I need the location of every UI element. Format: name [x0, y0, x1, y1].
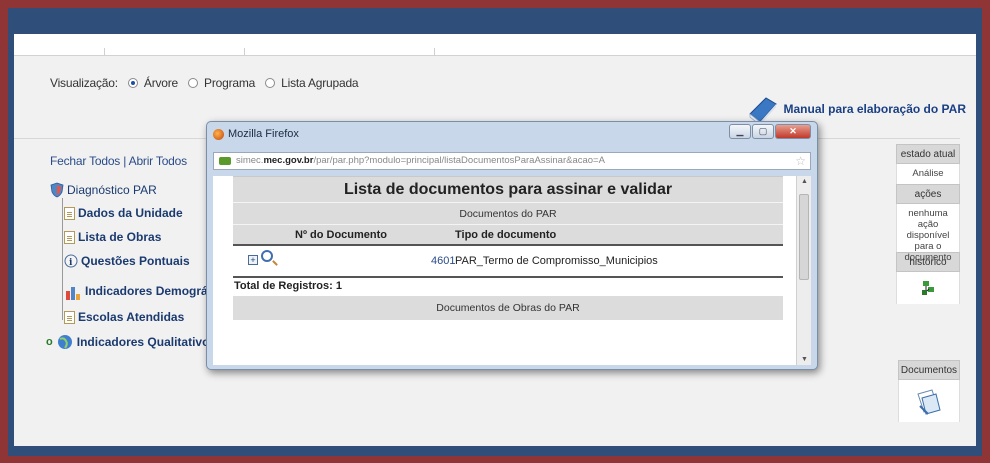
documentos-panel: Documentos — [898, 360, 960, 422]
firefox-popup-window: Mozilla Firefox ▁ ▢ ✕ simec.mec.gov.br/p… — [206, 121, 818, 370]
globe-icon — [57, 335, 72, 349]
radio-arvore[interactable] — [127, 78, 138, 88]
radio-lista-agrupada-label[interactable]: Lista Agrupada — [281, 76, 358, 90]
table-heading: Lista de documentos para assinar e valid… — [233, 176, 783, 202]
bookmark-star-icon[interactable]: ☆ — [795, 153, 806, 169]
tree-item-questoes-pontuais[interactable]: i Questões Pontuais — [64, 254, 190, 268]
tree-root[interactable]: Diagnóstico PAR — [50, 182, 157, 198]
table-header-row: Nº do Documento Tipo de documento — [233, 224, 783, 246]
documents-icon[interactable] — [914, 386, 944, 416]
document-type: PAR_Termo de Compromisso_Municipios — [455, 255, 658, 267]
tree-item-dados-unidade[interactable]: Dados da Unidade — [64, 206, 183, 220]
chart-icon — [66, 287, 80, 300]
tree-item-label[interactable]: Escolas Atendidas — [78, 310, 184, 324]
minimize-button[interactable]: ▁ — [729, 124, 751, 139]
tree-controls: Fechar Todos | Abrir Todos — [50, 154, 187, 168]
document-number[interactable]: 4601 — [431, 255, 455, 267]
tree-root-label[interactable]: Diagnóstico PAR — [67, 183, 157, 197]
total-registros: Total de Registros: 1 — [233, 276, 783, 296]
close-button[interactable]: ✕ — [775, 124, 811, 139]
abrir-todos-link[interactable]: Abrir Todos — [129, 154, 187, 168]
visualizacao-label: Visualização: — [50, 76, 118, 90]
documentos-cell — [898, 380, 960, 422]
popup-content: Lista de documentos para assinar e valid… — [213, 176, 811, 365]
radio-lista-agrupada[interactable] — [265, 78, 276, 88]
tree-item-label[interactable]: Dados da Unidade — [78, 206, 183, 220]
history-icon[interactable] — [920, 280, 936, 296]
tick — [244, 48, 245, 56]
tree-item-label[interactable]: Lista de Obras — [78, 230, 161, 244]
popup-titlebar: Mozilla Firefox — [213, 128, 299, 140]
tree-line — [62, 198, 63, 320]
workflow-panel: estado atual Análise ações nenhuma ação … — [896, 144, 960, 304]
section-documentos-obras: Documentos de Obras do PAR — [233, 296, 783, 320]
acoes-value: nenhuma ação disponível para o documento — [896, 204, 960, 263]
top-strip — [14, 34, 976, 56]
tree-item-lista-obras[interactable]: Lista de Obras — [64, 230, 161, 244]
firefox-icon — [213, 128, 224, 140]
tick — [104, 48, 105, 56]
col-num-header: Nº do Documento — [295, 229, 388, 241]
radio-arvore-label[interactable]: Árvore — [144, 76, 178, 90]
radio-programa[interactable] — [188, 78, 199, 88]
acoes-header: ações — [896, 184, 960, 204]
popup-title: Mozilla Firefox — [228, 128, 299, 140]
maximize-button[interactable]: ▢ — [752, 124, 774, 139]
visualizacao-bar: Visualização: Árvore Programa Lista Agru… — [50, 76, 359, 90]
tick — [434, 48, 435, 56]
separator: | — [123, 154, 127, 168]
estado-atual-header: estado atual — [896, 144, 960, 164]
estado-atual-value: Análise — [896, 164, 960, 184]
shield-icon — [50, 182, 64, 198]
tree-item-label[interactable]: Indicadores Qualitativos — [77, 335, 216, 349]
url-domain: mec.gov.br — [263, 155, 314, 166]
magnifier-icon[interactable] — [261, 250, 273, 262]
url-bar[interactable]: simec.mec.gov.br/par/par.php?modulo=prin… — [213, 152, 811, 170]
section-documentos-par: Documentos do PAR — [233, 202, 783, 224]
expand-circle-icon[interactable]: o — [46, 336, 53, 348]
historico-cell — [896, 272, 960, 304]
scroll-down-arrow-icon[interactable]: ▼ — [797, 356, 811, 363]
radio-programa-label[interactable]: Programa — [204, 76, 255, 90]
window-buttons: ▁ ▢ ✕ — [729, 124, 811, 139]
col-tipo-header: Tipo de documento — [455, 229, 557, 241]
scroll-thumb[interactable] — [799, 194, 809, 280]
expand-plus-icon[interactable]: + — [248, 255, 258, 265]
info-icon: i — [64, 254, 78, 268]
documentos-header: Documentos — [898, 360, 960, 380]
url-prefix: simec. — [236, 155, 264, 166]
site-identity-icon[interactable] — [219, 157, 231, 165]
table-row: + 4601 PAR_Termo de Compromisso_Municipi… — [233, 246, 783, 276]
document-icon — [64, 230, 75, 244]
url-path: /par/par.php?modulo=principal/listaDocum… — [313, 155, 605, 166]
document-icon — [64, 310, 75, 324]
document-icon — [64, 206, 75, 220]
tree-item-indicadores-qualitativos[interactable]: o Indicadores Qualitativos — [46, 334, 216, 350]
tree-item-escolas-atendidas[interactable]: Escolas Atendidas — [64, 310, 184, 324]
fechar-todos-link[interactable]: Fechar Todos — [50, 154, 120, 168]
scroll-up-arrow-icon[interactable]: ▲ — [797, 178, 811, 185]
vertical-scrollbar[interactable]: ▲ ▼ — [796, 176, 811, 365]
svg-text:i: i — [69, 258, 73, 268]
documents-table: Lista de documentos para assinar e valid… — [233, 176, 783, 320]
manual-link-label[interactable]: Manual para elaboração do PAR — [784, 102, 967, 116]
tree-item-label[interactable]: Questões Pontuais — [81, 254, 190, 268]
